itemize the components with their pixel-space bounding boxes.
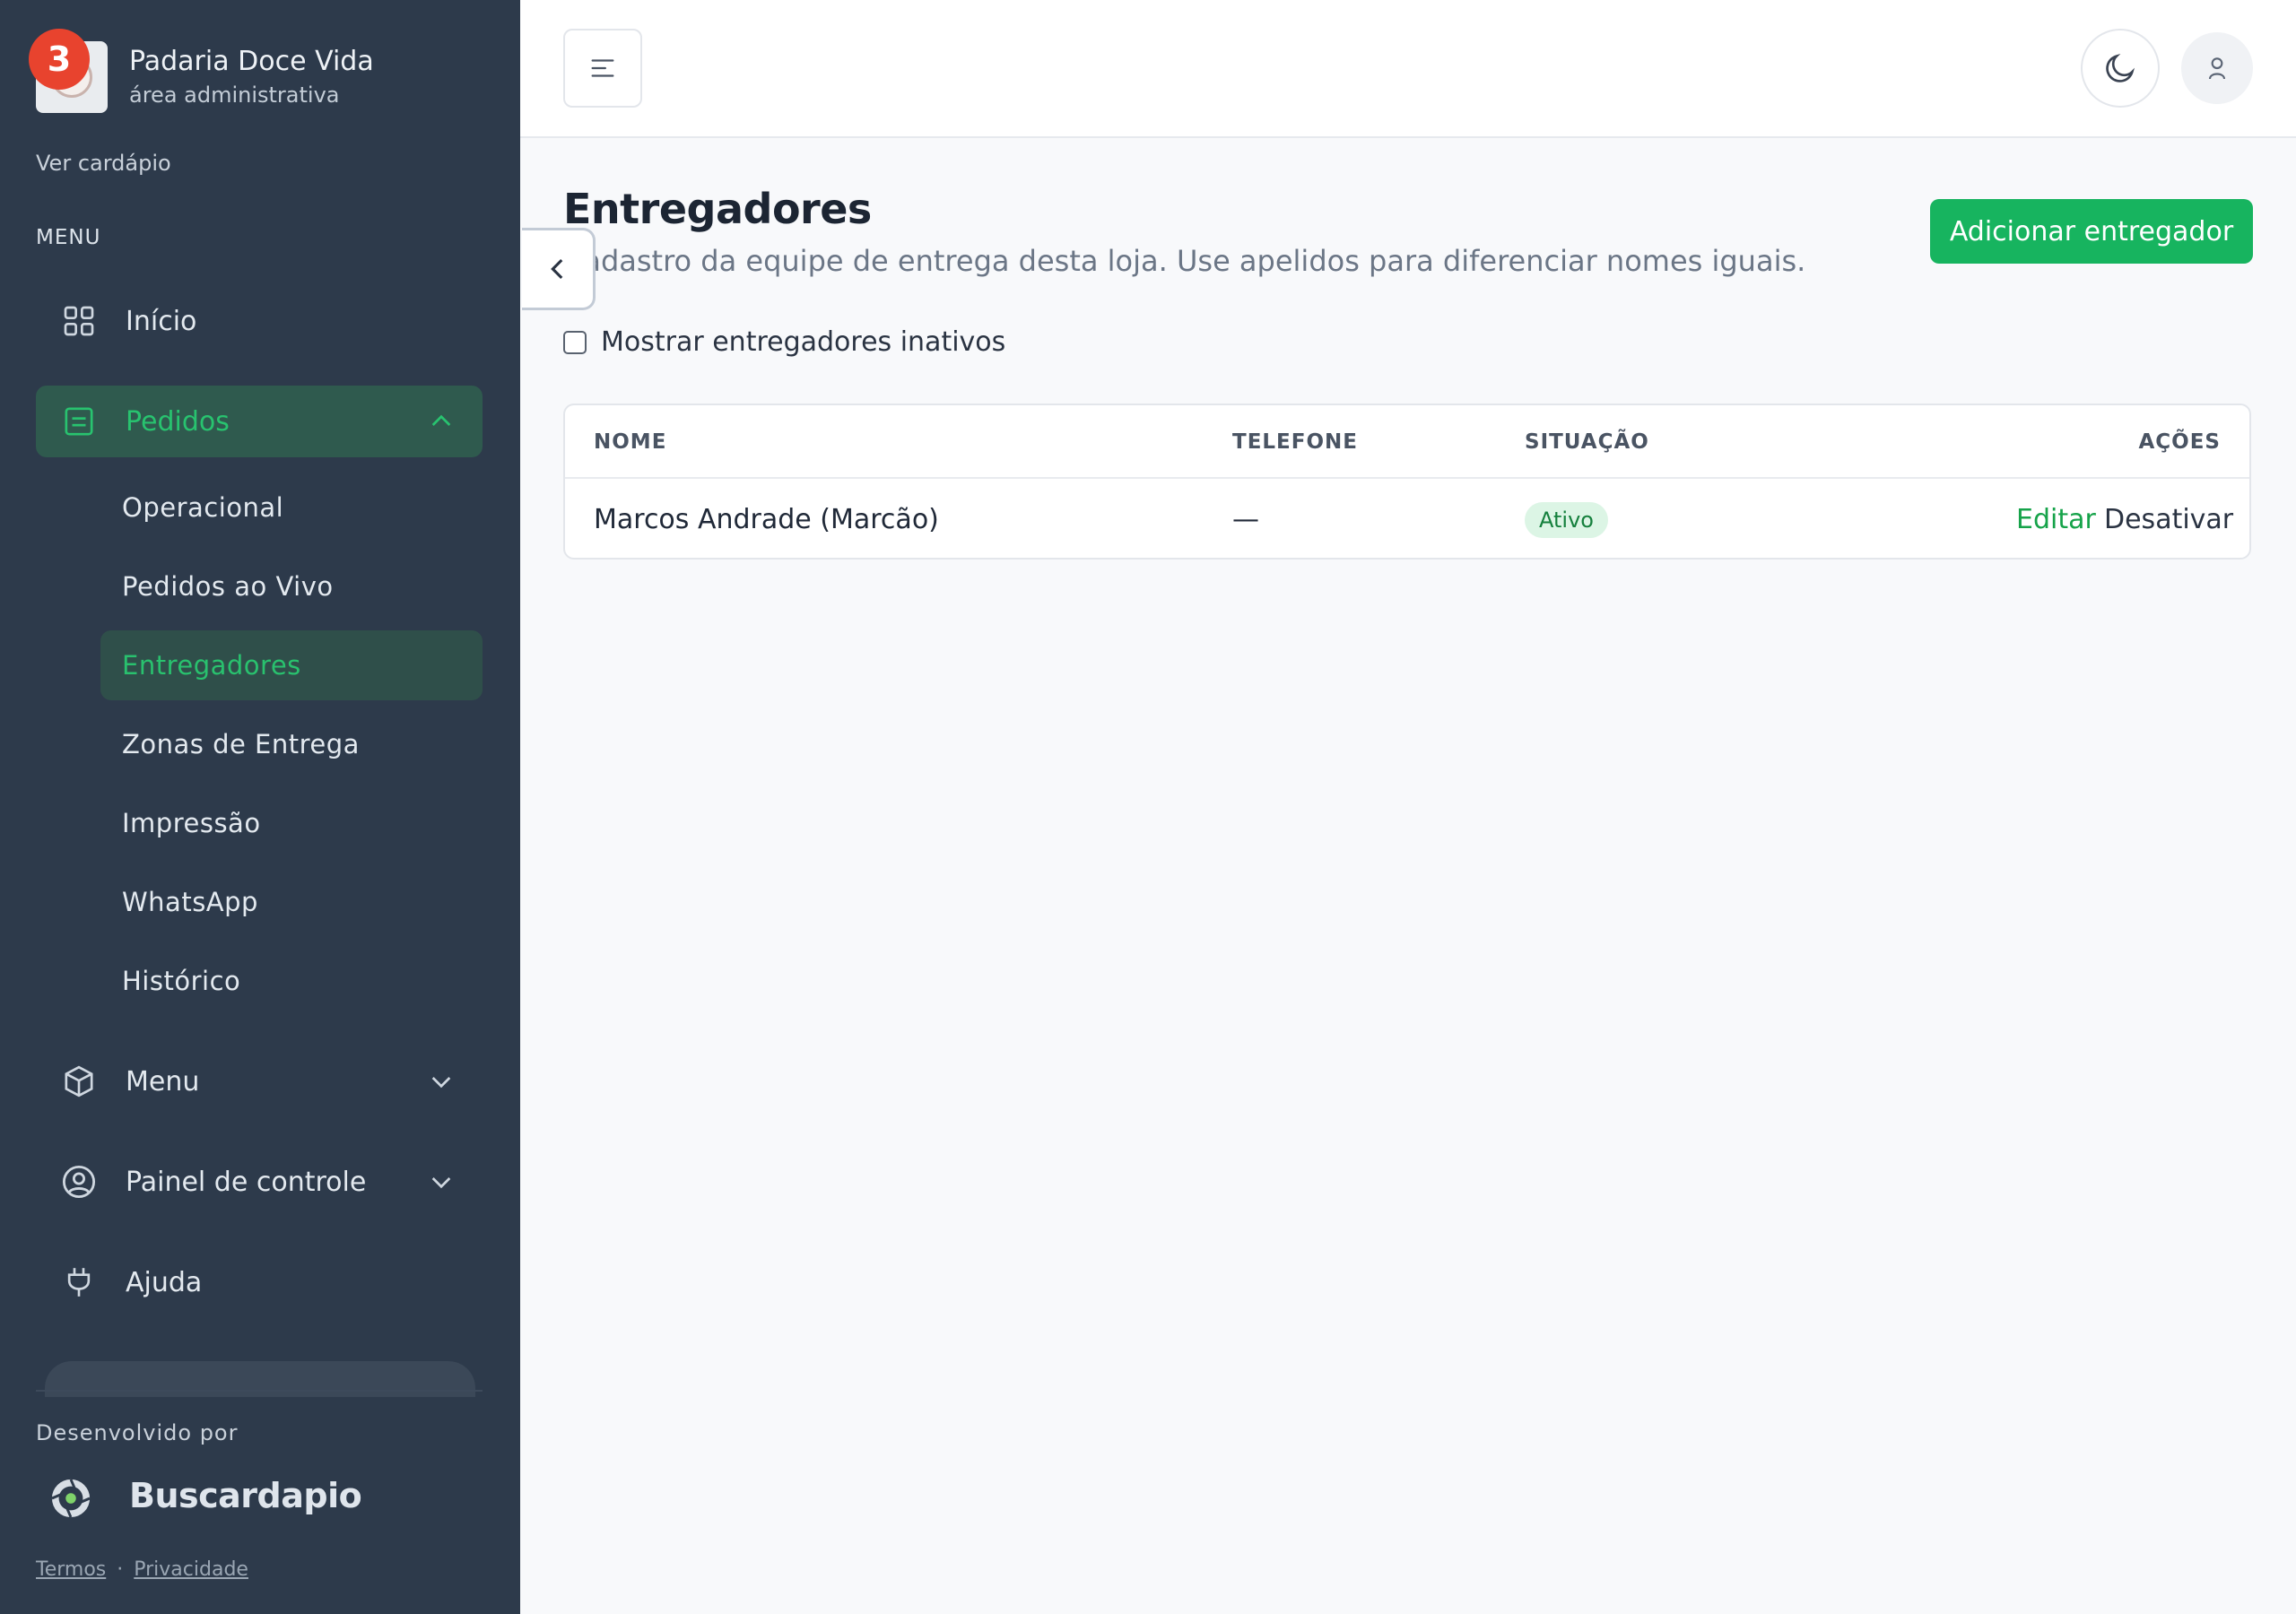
hamburger-button[interactable] — [563, 29, 642, 108]
chevron-left-icon — [550, 258, 562, 280]
collapse-sidebar-button[interactable] — [522, 228, 596, 310]
terms-link[interactable]: Termos — [36, 1558, 106, 1581]
courier-phone: — — [1232, 504, 1259, 535]
store-subtitle: área administrativa — [129, 82, 340, 108]
sidebar-item-label: Menu — [126, 1065, 200, 1098]
deactivate-courier-link[interactable]: Desativar — [2104, 504, 2233, 535]
page-description: Cadastro da equipe de entrega desta loja… — [563, 244, 1806, 278]
sidebar: 3 Padaria Doce Vida área administrativa … — [0, 0, 520, 1614]
sidebar-subitem-zonas-de-entrega[interactable]: Zonas de Entrega — [100, 709, 483, 779]
sidebar-subitem-pedidos-ao-vivo[interactable]: Pedidos ao Vivo — [100, 551, 483, 621]
sidebar-subitem-operacional[interactable]: Operacional — [100, 473, 483, 542]
sidebar-item-ajuda[interactable]: Ajuda — [36, 1246, 483, 1318]
column-header-phone: TELEFONE — [1232, 430, 1358, 454]
sidebar-item-label: Início — [126, 305, 197, 337]
theme-toggle-button[interactable] — [2081, 29, 2160, 108]
grid-icon — [59, 301, 99, 341]
sidebar-subitem-entregadores[interactable]: Entregadores — [100, 630, 483, 700]
legal-links: Termos · Privacidade — [36, 1558, 248, 1581]
sidebar-item-label: Pedidos — [126, 405, 230, 438]
user-icon — [2208, 57, 2226, 80]
store-name: Padaria Doce Vida — [129, 46, 374, 77]
brand[interactable]: 3 Padaria Doce Vida área administrativa — [29, 29, 374, 113]
column-header-name: NOME — [594, 430, 667, 454]
sidebar-item-menu[interactable]: Menu — [36, 1046, 483, 1117]
user-circle-icon — [59, 1162, 99, 1202]
courier-name: Marcos Andrade (Marcão) — [594, 504, 939, 535]
user-avatar-button[interactable] — [2181, 32, 2253, 104]
sidebar-item-label: Ajuda — [126, 1266, 203, 1298]
sidebar-item-pedidos[interactable]: Pedidos — [36, 386, 483, 457]
page-title: Entregadores — [563, 185, 872, 233]
column-header-status: SITUAÇÃO — [1525, 430, 1649, 454]
developer-name[interactable]: Buscardapio — [129, 1476, 362, 1515]
sidebar-subitem-historico[interactable]: Histórico — [100, 946, 483, 1016]
plug-icon — [59, 1263, 99, 1302]
list-icon — [59, 402, 99, 441]
show-inactive-checkbox[interactable] — [563, 330, 587, 354]
developed-by-label: Desenvolvido por — [36, 1420, 239, 1445]
cube-icon — [59, 1062, 99, 1101]
sidebar-subitem-whatsapp[interactable]: WhatsApp — [100, 867, 483, 937]
menu-section-label: MENU — [36, 226, 101, 249]
sidebar-item-painel-de-controle[interactable]: Painel de controle — [36, 1146, 483, 1218]
hamburger-icon — [591, 59, 614, 77]
show-inactive-toggle[interactable]: Mostrar entregadores inativos — [563, 326, 1005, 358]
buscardapio-logo-icon — [51, 1479, 91, 1518]
privacy-link[interactable]: Privacidade — [134, 1558, 248, 1581]
sidebar-item-label: Painel de controle — [126, 1166, 367, 1198]
couriers-table: NOME TELEFONE SITUAÇÃO AÇÕES Marcos Andr… — [563, 404, 2251, 560]
sidebar-divider — [36, 1390, 483, 1392]
sidebar-item-inicio[interactable]: Início — [36, 285, 483, 357]
moon-icon — [2106, 53, 2135, 82]
add-courier-button[interactable]: Adicionar entregador — [1930, 199, 2253, 264]
chevron-up-icon — [431, 414, 451, 426]
legal-separator: · — [117, 1558, 124, 1581]
sidebar-scroll-pill — [45, 1361, 475, 1397]
table-row: Marcos Andrade (Marcão) — Ativo Editar D… — [565, 481, 2249, 560]
edit-courier-link[interactable]: Editar — [2016, 504, 2096, 535]
chevron-down-icon — [431, 1077, 451, 1089]
table-header: NOME TELEFONE SITUAÇÃO AÇÕES — [565, 405, 2249, 479]
chevron-down-icon — [431, 1177, 451, 1189]
column-header-actions: AÇÕES — [2138, 430, 2221, 454]
show-inactive-label: Mostrar entregadores inativos — [601, 326, 1006, 358]
notification-badge: 3 — [29, 29, 90, 90]
status-badge: Ativo — [1525, 502, 1608, 538]
sidebar-subitem-impressao[interactable]: Impressão — [100, 788, 483, 858]
view-menu-link[interactable]: Ver cardápio — [36, 151, 171, 176]
top-header — [520, 0, 2296, 138]
